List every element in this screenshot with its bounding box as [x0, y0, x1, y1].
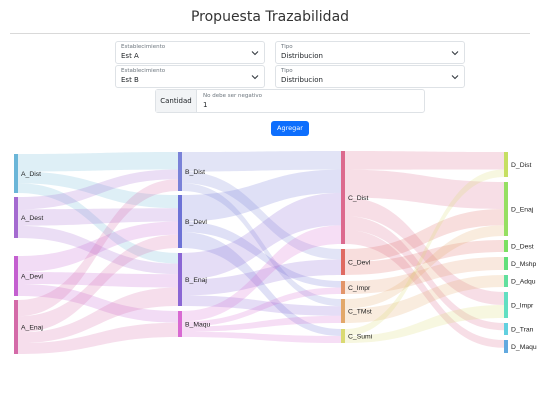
sankey-node-label: B_Enaj: [185, 277, 207, 284]
sankey-node-label: A_Dist: [21, 171, 41, 178]
destination-type-label: Tipo: [281, 68, 293, 74]
sankey-node[interactable]: [14, 197, 18, 238]
sankey-node-label: C_TMst: [348, 309, 372, 316]
quantity-addon: Cantidad: [156, 90, 197, 112]
sankey-node[interactable]: [341, 249, 345, 275]
sankey-node[interactable]: [14, 154, 18, 193]
sankey-links: [18, 151, 504, 354]
sankey-node-label: D_Mshp: [511, 261, 537, 268]
origin-type-label: Tipo: [281, 44, 293, 50]
sankey-node[interactable]: [504, 257, 508, 270]
origin-type-select[interactable]: Tipo Distribucion: [275, 41, 465, 64]
sankey-node-label: D_Adqu: [511, 279, 536, 286]
sankey-node[interactable]: [178, 195, 182, 248]
sankey-node[interactable]: [504, 240, 508, 252]
origin-establishment-select[interactable]: Establecimiento Est A: [115, 41, 265, 64]
sankey-node[interactable]: [341, 281, 345, 294]
sankey-node[interactable]: [504, 292, 508, 318]
sankey-node-label: C_Devl: [348, 260, 371, 267]
sankey-node[interactable]: [341, 329, 345, 343]
sankey-node[interactable]: [14, 256, 18, 296]
chevron-down-icon: [451, 75, 459, 80]
sankey-link: [182, 331, 341, 343]
destination-establishment-value: Est B: [121, 76, 139, 84]
sankey-node-label: D_Dest: [511, 244, 534, 251]
sankey-node-label: A_Dest: [21, 215, 43, 222]
divider: [10, 33, 530, 34]
sankey-node[interactable]: [504, 152, 508, 177]
sankey-node-label: B_Dist: [185, 169, 205, 176]
sankey-node[interactable]: [341, 151, 345, 244]
sankey-node[interactable]: [504, 323, 508, 335]
sankey-node[interactable]: [504, 182, 508, 236]
origin-establishment-label: Establecimiento: [121, 44, 166, 50]
sankey-node[interactable]: [504, 275, 508, 287]
sankey-node[interactable]: [178, 152, 182, 191]
origin-type-value: Distribucion: [281, 52, 323, 60]
sankey-diagram: A_Dist A_Dest A_Devl A_Enaj B_Dist B_Devl B_En…: [14, 151, 537, 354]
sankey-node[interactable]: [178, 253, 182, 306]
sankey-node-label: D_Tran: [511, 327, 534, 334]
sankey-link: [18, 152, 178, 172]
sankey-link: [182, 151, 341, 172]
chevron-down-icon: [251, 51, 259, 56]
destination-establishment-label: Establecimiento: [121, 68, 166, 74]
sankey-node-label: D_Dist: [511, 162, 532, 169]
sankey-node-label: C_Dist: [348, 195, 369, 202]
sankey-node-label: A_Enaj: [21, 325, 43, 332]
chevron-down-icon: [451, 51, 459, 56]
sankey-node-label: D_Enaj: [511, 207, 534, 214]
chevron-down-icon: [251, 75, 259, 80]
quantity-input[interactable]: 1: [203, 101, 207, 109]
sankey-node[interactable]: [14, 300, 18, 354]
origin-establishment-value: Est A: [121, 52, 139, 60]
quantity-group: Cantidad No debe ser negativo 1: [155, 89, 425, 113]
sankey-node[interactable]: [341, 299, 345, 323]
sankey-node[interactable]: [504, 340, 508, 353]
sankey-node-label: B_Devl: [185, 219, 207, 226]
sankey-node-label: C_Sumi: [348, 334, 373, 341]
sankey-node-label: B_Maqu: [185, 322, 211, 329]
sankey-node-label: D_Impr: [511, 303, 534, 310]
destination-type-value: Distribucion: [281, 76, 323, 84]
destination-type-select[interactable]: Tipo Distribucion: [275, 65, 465, 88]
page-title: Propuesta Trazabilidad: [190, 9, 350, 25]
quantity-label: No debe ser negativo: [203, 93, 263, 99]
sankey-node-label: D_Maqu: [511, 344, 537, 351]
sankey-node-label: A_Devl: [21, 274, 43, 281]
sankey-node[interactable]: [178, 311, 182, 337]
sankey-link: [345, 151, 504, 170]
add-button[interactable]: Agregar: [271, 121, 309, 136]
sankey-node-label: C_Impr: [348, 285, 371, 292]
destination-establishment-select[interactable]: Establecimiento Est B: [115, 65, 265, 88]
